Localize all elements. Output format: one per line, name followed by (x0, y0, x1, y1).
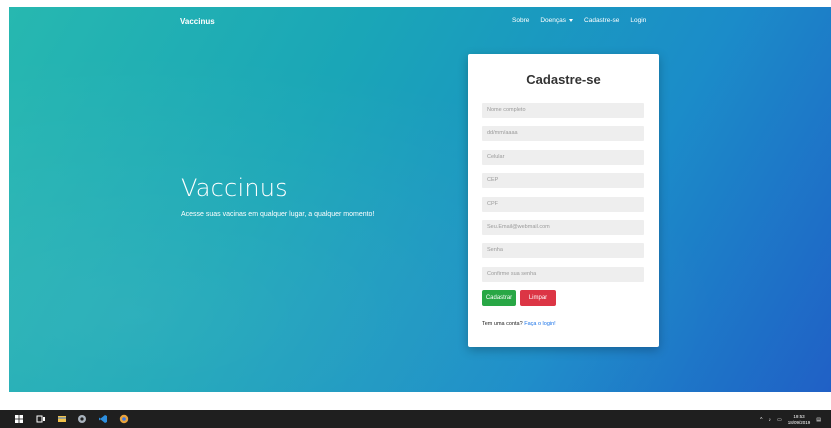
clock[interactable]: 19:53 18/09/2019 (788, 414, 811, 425)
email-input[interactable]: Seu.Email@webmail.com (482, 220, 644, 235)
nav-links: Sobre Doenças Cadastre-se Login (512, 17, 646, 24)
file-explorer-icon[interactable] (57, 414, 67, 424)
cep-input[interactable]: CEP (482, 173, 644, 188)
hero-section: Vaccinus Sobre Doenças Cadastre-se Login… (9, 7, 831, 392)
clock-date: 18/09/2019 (787, 419, 811, 425)
nav-link-cadastre-se[interactable]: Cadastre-se (584, 17, 619, 24)
clear-button[interactable]: Limpar (520, 290, 556, 306)
chevron-down-icon (569, 18, 574, 22)
system-tray: ^ ♪ ▭ 19:53 18/09/2019 ▤ (760, 414, 821, 425)
login-prompt-text: Tem uma conta? (482, 321, 523, 327)
vscode-icon[interactable] (98, 414, 108, 424)
nav-link-doencas[interactable]: Doenças (540, 17, 574, 24)
volume-icon[interactable]: ♪ (769, 417, 772, 423)
nav-link-doencas-label: Doenças (540, 17, 567, 24)
register-button[interactable]: Cadastrar (482, 290, 516, 306)
phone-input[interactable]: Celular (482, 150, 644, 165)
navbar: Vaccinus Sobre Doenças Cadastre-se Login (9, 7, 831, 35)
chevron-up-icon[interactable]: ^ (760, 417, 762, 423)
network-icon[interactable]: ▭ (777, 417, 782, 423)
navbar-brand[interactable]: Vaccinus (180, 17, 215, 26)
hero-subtitle: Acesse suas vacinas em qualquer lugar, a… (181, 211, 375, 218)
birthdate-input[interactable]: dd/mm/aaaa (482, 126, 644, 141)
notifications-icon[interactable]: ▤ (816, 417, 821, 423)
hero-title: Vaccinus (181, 174, 288, 202)
login-link[interactable]: Faça o login! (524, 321, 556, 327)
chrome-icon[interactable] (119, 414, 129, 424)
signup-title: Cadastre-se (526, 72, 601, 87)
window-top-edge (0, 0, 831, 7)
cpf-input[interactable]: CPF (482, 197, 644, 212)
full-name-input[interactable]: Nome completo (482, 103, 644, 118)
confirm-password-input[interactable]: Confirme sua senha (482, 267, 644, 282)
password-input[interactable]: Senha (482, 243, 644, 258)
task-view-icon[interactable] (36, 414, 46, 424)
taskbar: ^ ♪ ▭ 19:53 18/09/2019 ▤ (0, 410, 831, 428)
nav-link-sobre[interactable]: Sobre (512, 17, 529, 24)
signup-card: Cadastre-se Nome completo dd/mm/aaaa Cel… (468, 54, 659, 347)
browser-icon[interactable] (77, 414, 87, 424)
start-icon[interactable] (14, 414, 24, 424)
nav-link-login[interactable]: Login (630, 17, 646, 24)
login-prompt: Tem uma conta? Faça o login! (482, 321, 556, 327)
